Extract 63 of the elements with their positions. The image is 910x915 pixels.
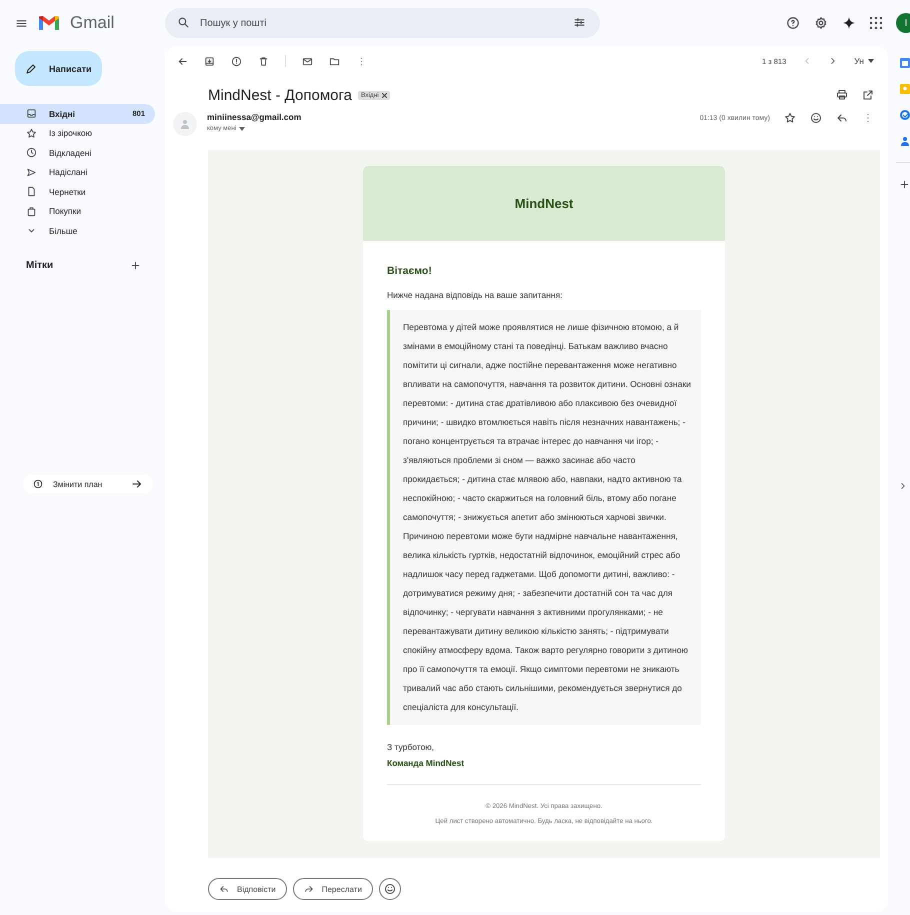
inbox-icon [26,108,37,120]
emoji-icon[interactable] [810,112,822,124]
compose-button[interactable]: Написати [15,51,102,86]
sender-email: miniinessa@gmail.com [207,112,302,122]
folder-item[interactable]: Чернетки [0,182,155,202]
plus-icon[interactable] [130,260,141,270]
search-icon[interactable] [177,16,190,29]
contacts-icon[interactable] [900,136,910,146]
filter-icon[interactable] [573,16,586,29]
caret-icon [239,126,246,130]
folder-item[interactable]: Із зірочкою [0,124,155,143]
folder-item[interactable]: Покупки [0,202,155,221]
answer-text: Перевтома у дітей може проявлятися не лише фізичною втомою, а й змінами в емоційному стані та поведінці. Батькам важливо вчасно помітити ці сигнали, адже постійне перевантаження може негативно впливати на самопочуття, навчання та розвиток дитини. Основні ознаки перевтоми: - дитина стає дратівливою або плаксивою без очевидної причини; - швидко втомлюється навіть після незначних навантажень; - погано концентрується та втрачає інтерес до навчання чи ігор; - з'являються проблеми зі сном — важко засинає або часто прокидається; - дитина стає млявою або, навпаки, надто активною та неспокійною; - часто скаржиться на головний біль, втому або погане самопочуття; - знижується апетит або змінюються харчові звички. Причиною перевтоми може бути надмірне навчальне навантаження, велика кількість гуртків, недостатній відпочинок, емоційний стрес або надлишок часу перед гаджетами. Щоб допомогти дитині, важливо: - дотримуватися режиму дня; - забезпечити достатній сон та час для відпочинку; - чергувати навчання з активними прогулянками; - не перевантажувати дитину великою кількістю занять; - підтримувати спокійну атмосферу вдома. Також варто регулярно говорити з дитиною про її самопочуття та емоції. Якщо симптоми перевтоми не зникають тривалий час або стають сильнішими, рекомендується звернутися до спеціаліста для консультації. [387,310,701,725]
logo-icon[interactable] [38,15,60,31]
sparkle-icon[interactable] [842,16,856,30]
star-icon [26,128,37,139]
file-icon [26,186,37,198]
back-icon[interactable] [177,56,188,66]
plus-icon[interactable] [899,179,910,190]
info-icon [33,479,43,489]
reply-button[interactable]: Відповісти [208,878,287,900]
send-icon [26,166,37,178]
star-icon[interactable] [784,112,796,124]
bag-icon [26,206,37,217]
print-icon[interactable] [836,89,848,101]
email-header-title: MindNest [363,166,725,241]
folder-icon[interactable] [329,56,340,66]
folder-item[interactable]: Відкладені [0,143,155,162]
signoff-text: З турботою, [387,742,436,752]
trash-icon[interactable] [258,56,269,66]
folder-item[interactable]: Більше [0,221,155,240]
emoji-icon [384,883,396,895]
calendar-icon[interactable] [900,58,910,68]
apps-icon[interactable] [870,17,882,29]
labels-heading: Мітки [26,260,54,270]
settings-icon[interactable] [814,16,828,30]
forward-icon [304,884,314,894]
sender-avatar [173,112,197,136]
brand-name: Gmail [70,13,114,33]
emoji-button[interactable] [378,878,401,900]
pencil-icon [25,62,37,74]
search-field[interactable]: Пошук у пошті [165,8,600,38]
tasks-icon[interactable] [900,110,910,120]
clock-icon [26,147,37,158]
intro-text: Нижче надана відповідь на ваше запитання: [387,290,564,300]
greeting-heading: Вітаємо! [387,265,433,277]
arrow-right-icon [131,478,143,490]
close-icon[interactable] [382,92,387,98]
mail-icon[interactable] [302,56,313,66]
account-avatar[interactable]: I [896,13,910,33]
email-subject: MindNest - Допомога [208,86,352,104]
reply-icon [219,884,229,894]
upgrade-button[interactable]: Змінити план [23,475,153,493]
forward-button[interactable]: Переслати [292,878,373,900]
folder-item[interactable]: Надіслані [0,162,155,182]
team-signature: Команда MindNest [387,758,466,768]
report-icon[interactable] [231,56,242,66]
caret-icon [868,59,874,63]
archive-icon[interactable] [204,56,215,66]
input-language-button[interactable]: Ун [854,56,874,66]
reply-icon[interactable] [836,112,848,124]
help-icon[interactable] [786,16,800,30]
open-new-window-icon[interactable] [862,89,874,101]
